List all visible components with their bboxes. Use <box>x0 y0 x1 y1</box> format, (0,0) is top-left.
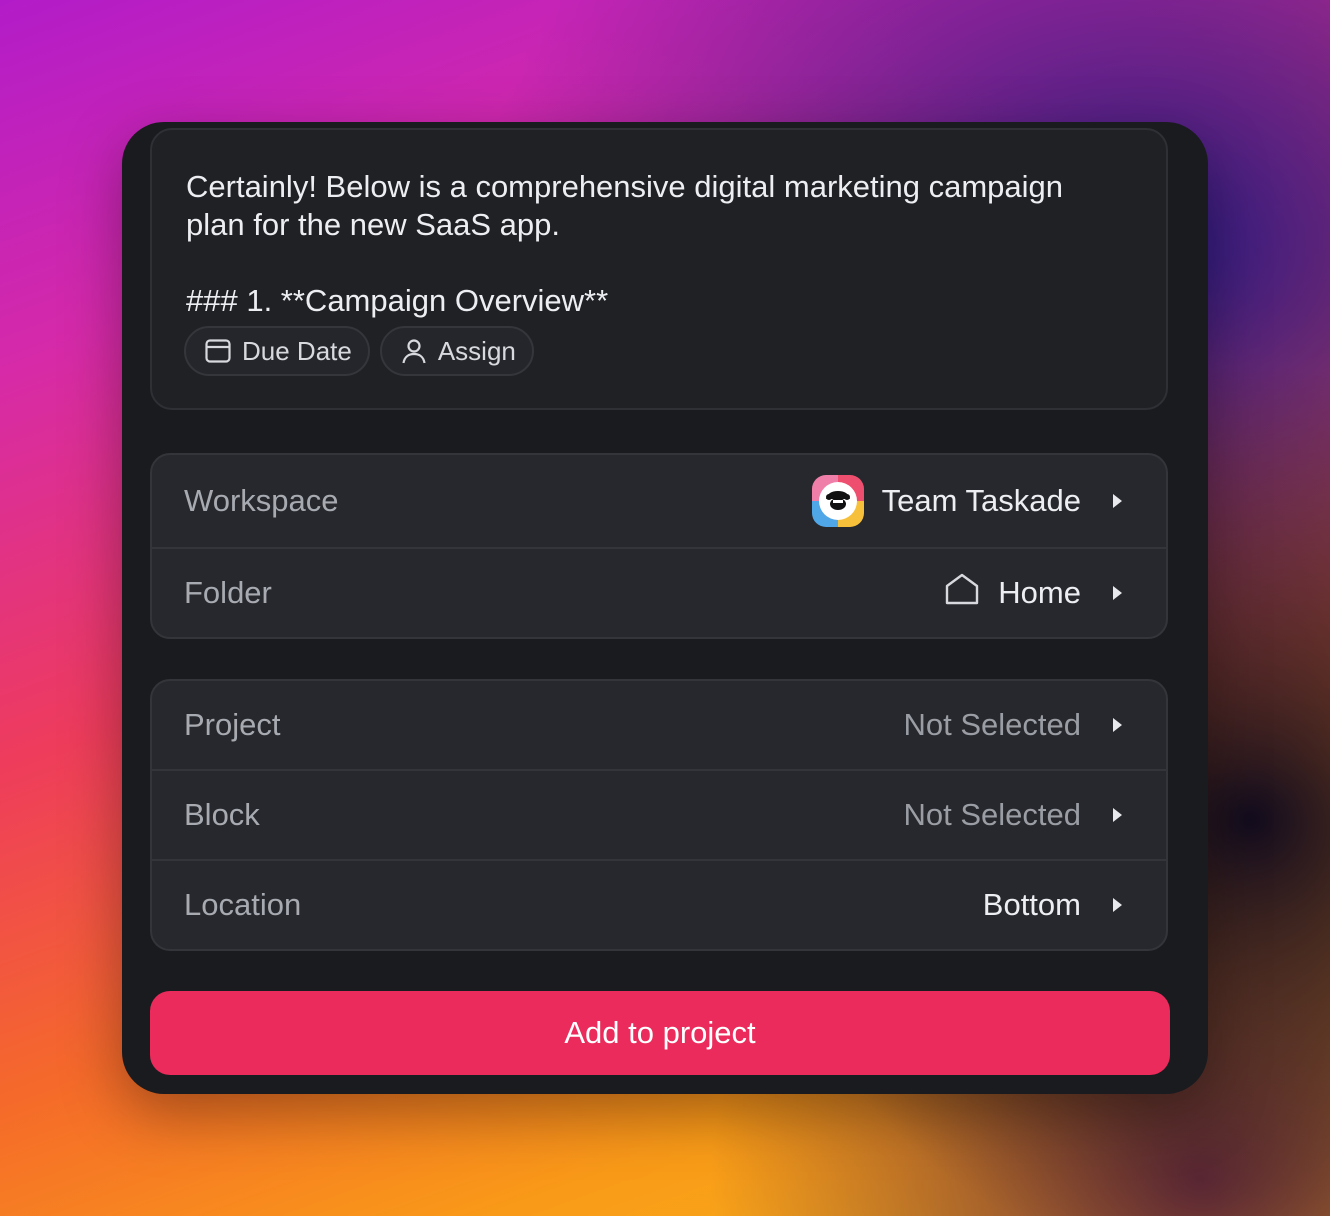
folder-label: Folder <box>184 575 272 610</box>
caret-right-icon <box>1113 898 1122 912</box>
assign-chip[interactable]: Assign <box>379 326 534 376</box>
user-icon <box>400 337 428 365</box>
caret-right-icon <box>1113 718 1122 732</box>
team-avatar-icon <box>811 475 864 527</box>
home-icon <box>944 572 980 614</box>
workspace-value-text: Team Taskade <box>881 483 1081 518</box>
message-preview: Certainly! Below is a comprehensive digi… <box>150 128 1168 410</box>
workspace-row[interactable]: Workspace Team Taskade <box>152 455 1166 549</box>
block-label: Block <box>184 797 260 832</box>
project-row[interactable]: Project Not Selected <box>152 681 1166 771</box>
location-value: Bottom <box>983 887 1122 923</box>
location-row[interactable]: Location Bottom <box>152 861 1166 949</box>
add-to-project-button[interactable]: Add to project <box>150 991 1170 1075</box>
project-value: Not Selected <box>903 707 1122 743</box>
add-to-project-dialog: Certainly! Below is a comprehensive digi… <box>122 122 1208 1094</box>
caret-right-icon <box>1113 808 1122 822</box>
caret-right-icon <box>1113 494 1122 508</box>
assign-label: Assign <box>437 335 516 366</box>
workspace-value: Team Taskade <box>811 475 1122 527</box>
folder-value: Home <box>944 572 1122 614</box>
workspace-label: Workspace <box>184 483 339 518</box>
message-text: Certainly! Below is a comprehensive digi… <box>186 169 1064 318</box>
task-chips: Due Date Assign <box>184 326 534 376</box>
caret-right-icon <box>1113 586 1122 600</box>
location-group: Workspace Team Taskade Folder Home <box>150 453 1168 639</box>
block-value: Not Selected <box>903 797 1122 833</box>
location-value-text: Bottom <box>982 887 1081 922</box>
project-label: Project <box>184 707 281 742</box>
folder-row[interactable]: Folder Home <box>152 549 1166 637</box>
block-row[interactable]: Block Not Selected <box>152 771 1166 861</box>
location-label: Location <box>184 887 302 922</box>
target-group: Project Not Selected Block Not Selected … <box>150 679 1168 951</box>
block-value-text: Not Selected <box>903 797 1082 832</box>
calendar-icon <box>204 337 232 365</box>
due-date-chip[interactable]: Due Date <box>184 326 370 376</box>
project-value-text: Not Selected <box>903 707 1082 742</box>
folder-value-text: Home <box>998 575 1081 610</box>
due-date-label: Due Date <box>242 335 352 366</box>
